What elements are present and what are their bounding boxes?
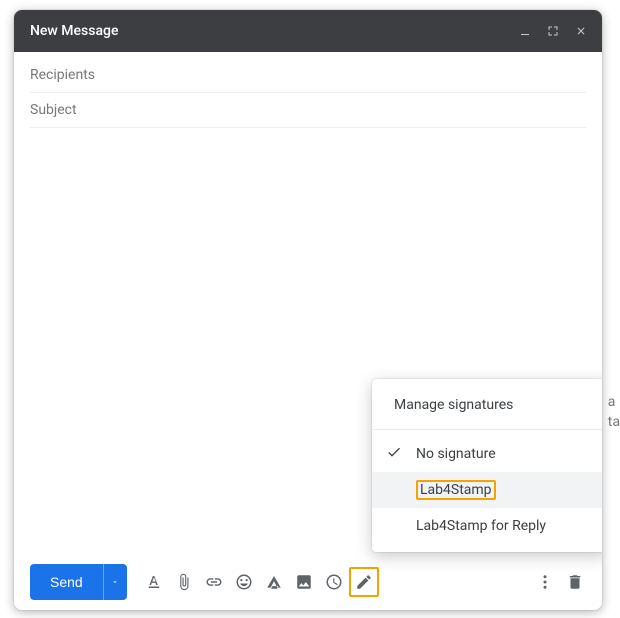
- fullscreen-icon[interactable]: [542, 20, 564, 42]
- compose-toolbar: Send: [14, 554, 602, 610]
- minimize-icon[interactable]: [514, 20, 536, 42]
- compose-header: New Message: [14, 10, 602, 52]
- signature-icon[interactable]: [349, 567, 379, 597]
- compose-title: New Message: [30, 23, 508, 39]
- attach-icon[interactable]: [169, 567, 199, 597]
- recipients-field[interactable]: Recipients: [30, 58, 586, 93]
- emoji-icon[interactable]: [229, 567, 259, 597]
- menu-lab4stamp[interactable]: Lab4Stamp: [372, 472, 602, 508]
- background-text-fragment: a ta: [608, 392, 620, 432]
- check-icon: [386, 444, 402, 464]
- close-icon[interactable]: [570, 20, 592, 42]
- subject-field[interactable]: Subject: [30, 93, 586, 128]
- menu-lab4stamp-reply[interactable]: Lab4Stamp for Reply: [372, 508, 602, 544]
- signature-menu: Manage signatures No signature Lab4Stamp…: [372, 379, 602, 552]
- image-icon[interactable]: [289, 567, 319, 597]
- menu-separator: [372, 429, 602, 430]
- send-button-group: Send: [30, 564, 127, 600]
- send-button[interactable]: Send: [30, 564, 103, 600]
- compose-fields: Recipients Subject: [14, 52, 602, 128]
- link-icon[interactable]: [199, 567, 229, 597]
- more-options-icon[interactable]: [530, 567, 560, 597]
- drive-icon[interactable]: [259, 567, 289, 597]
- menu-item-label: Lab4Stamp for Reply: [416, 518, 546, 534]
- menu-manage-signatures[interactable]: Manage signatures: [372, 387, 602, 423]
- menu-item-label: Lab4Stamp: [416, 480, 496, 500]
- send-options-button[interactable]: [103, 564, 127, 600]
- compose-window: New Message Recipients Subject Send: [14, 10, 602, 610]
- menu-item-label: No signature: [416, 446, 496, 462]
- confidential-icon[interactable]: [319, 567, 349, 597]
- text-format-icon[interactable]: [139, 567, 169, 597]
- discard-icon[interactable]: [560, 567, 590, 597]
- menu-no-signature[interactable]: No signature: [372, 436, 602, 472]
